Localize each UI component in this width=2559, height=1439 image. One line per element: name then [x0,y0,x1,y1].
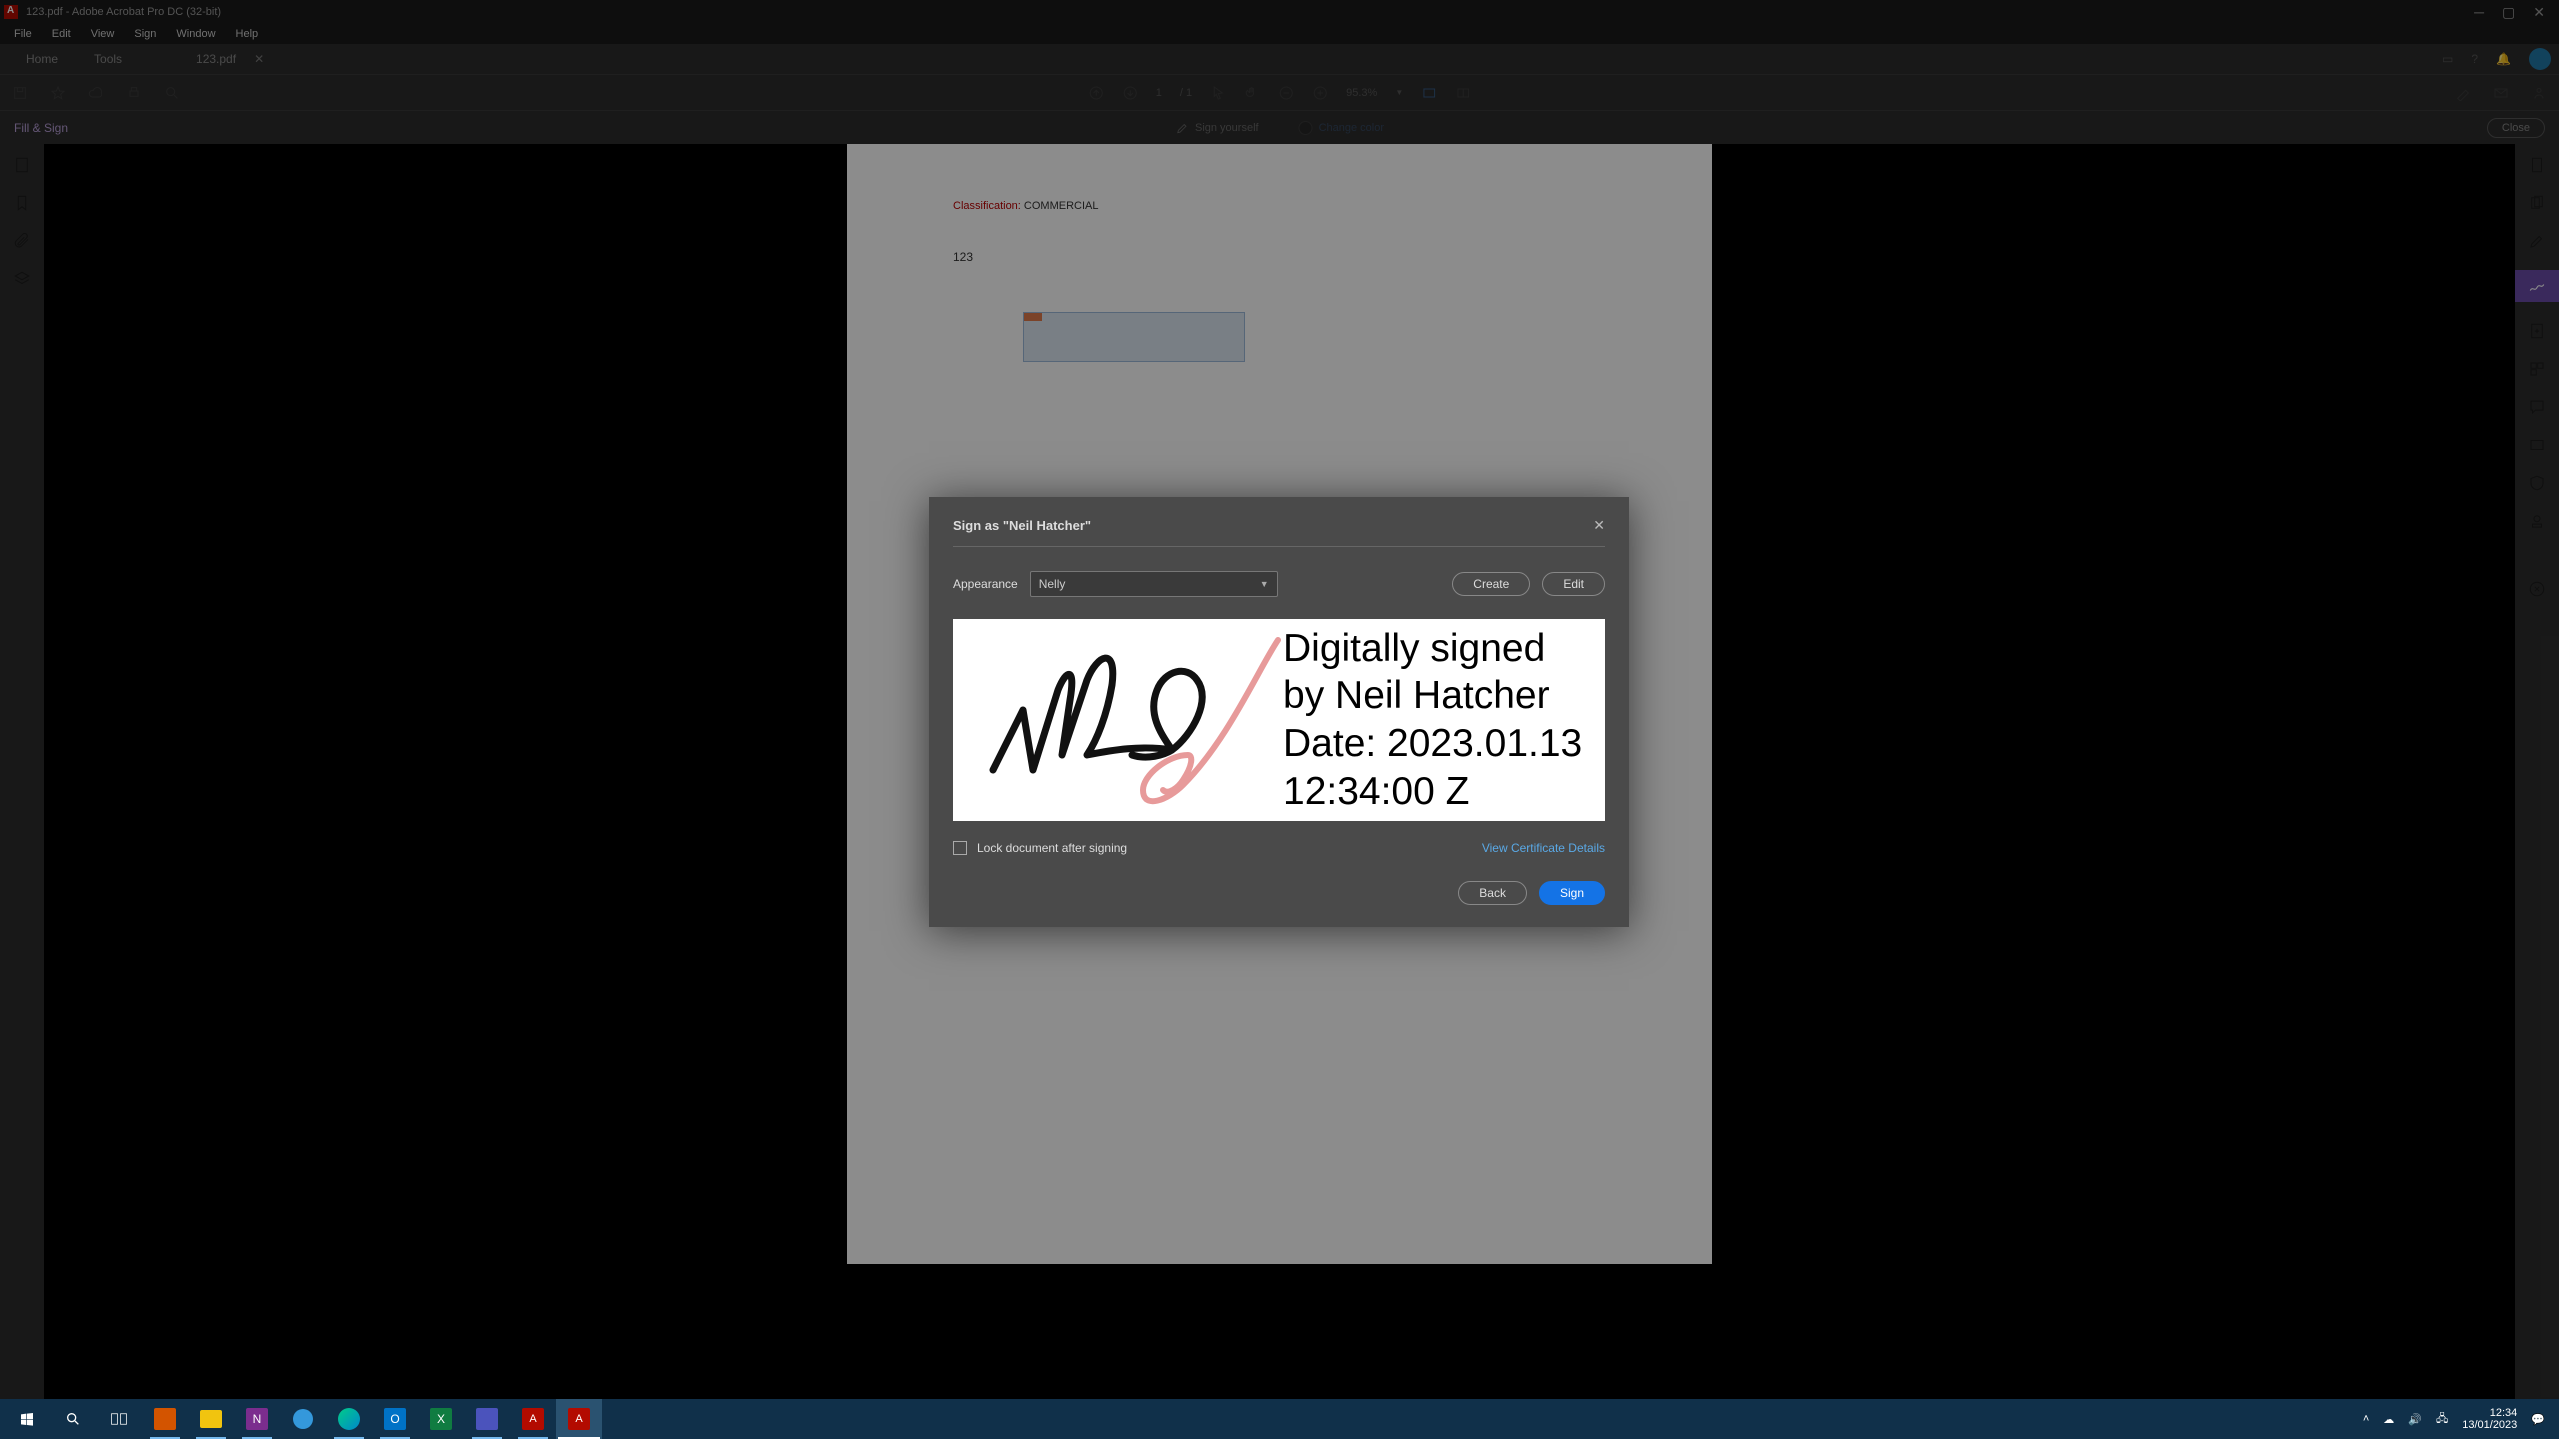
taskbar-app-explorer[interactable] [188,1399,234,1439]
lock-document-checkbox[interactable] [953,841,967,855]
clock-date: 13/01/2023 [2462,1419,2517,1431]
taskbar-app-excel[interactable]: X [418,1399,464,1439]
tray-chevron-icon[interactable]: ˄ [2363,1413,2369,1425]
signature-preview: Digitally signed by Neil Hatcher Date: 2… [953,619,1605,821]
taskbar-app-snip[interactable] [280,1399,326,1439]
task-view-icon [110,1412,128,1426]
preview-line-3: Date: 2023.01.13 [1283,720,1597,768]
taskbar-app-edge[interactable] [326,1399,372,1439]
signature-image [953,619,1283,821]
taskbar-app-teams[interactable] [464,1399,510,1439]
lock-document-label: Lock document after signing [977,841,1127,855]
signature-svg [953,619,1283,821]
dialog-title: Sign as "Neil Hatcher" [953,518,1091,533]
appearance-label: Appearance [953,577,1018,591]
clock-time: 12:34 [2462,1407,2517,1419]
edit-button[interactable]: Edit [1542,572,1605,596]
tray-cloud-icon[interactable]: ☁ [2383,1413,2394,1426]
start-button[interactable] [4,1399,50,1439]
appearance-select[interactable]: Nelly ▼ [1030,571,1278,597]
search-icon [65,1411,81,1427]
sign-button[interactable]: Sign [1539,881,1605,905]
appearance-value: Nelly [1039,577,1066,591]
sign-dialog: Sign as "Neil Hatcher" ✕ Appearance Nell… [929,497,1629,927]
taskbar-app-acrobat-2[interactable]: A [556,1399,602,1439]
tray-network-icon[interactable]: 🖧 [2436,1410,2448,1429]
taskbar-app-presentation[interactable] [142,1399,188,1439]
preview-line-1: Digitally signed [1283,625,1597,673]
view-certificate-link[interactable]: View Certificate Details [1482,841,1605,855]
taskbar-clock[interactable]: 12:34 13/01/2023 [2462,1407,2517,1431]
create-button[interactable]: Create [1452,572,1530,596]
preview-line-2: by Neil Hatcher [1283,672,1597,720]
tray-volume-icon[interactable]: 🔊 [2408,1413,2422,1426]
taskbar-app-onenote[interactable]: N [234,1399,280,1439]
taskbar-search[interactable] [50,1399,96,1439]
dialog-close-button[interactable]: ✕ [1593,517,1605,534]
notification-center-icon[interactable]: 💬 [2531,1413,2545,1426]
taskbar-app-acrobat-1[interactable]: A [510,1399,556,1439]
chevron-down-icon: ▼ [1260,579,1269,589]
taskbar-app-outlook[interactable]: O [372,1399,418,1439]
windows-icon [19,1411,35,1427]
signature-text-block: Digitally signed by Neil Hatcher Date: 2… [1283,619,1605,821]
preview-line-4: 12:34:00 Z [1283,768,1597,816]
task-view[interactable] [96,1399,142,1439]
windows-taskbar: N O X A A ˄ ☁ 🔊 🖧 12:34 13/01/2023 💬 [0,1399,2559,1439]
back-button[interactable]: Back [1458,881,1527,905]
